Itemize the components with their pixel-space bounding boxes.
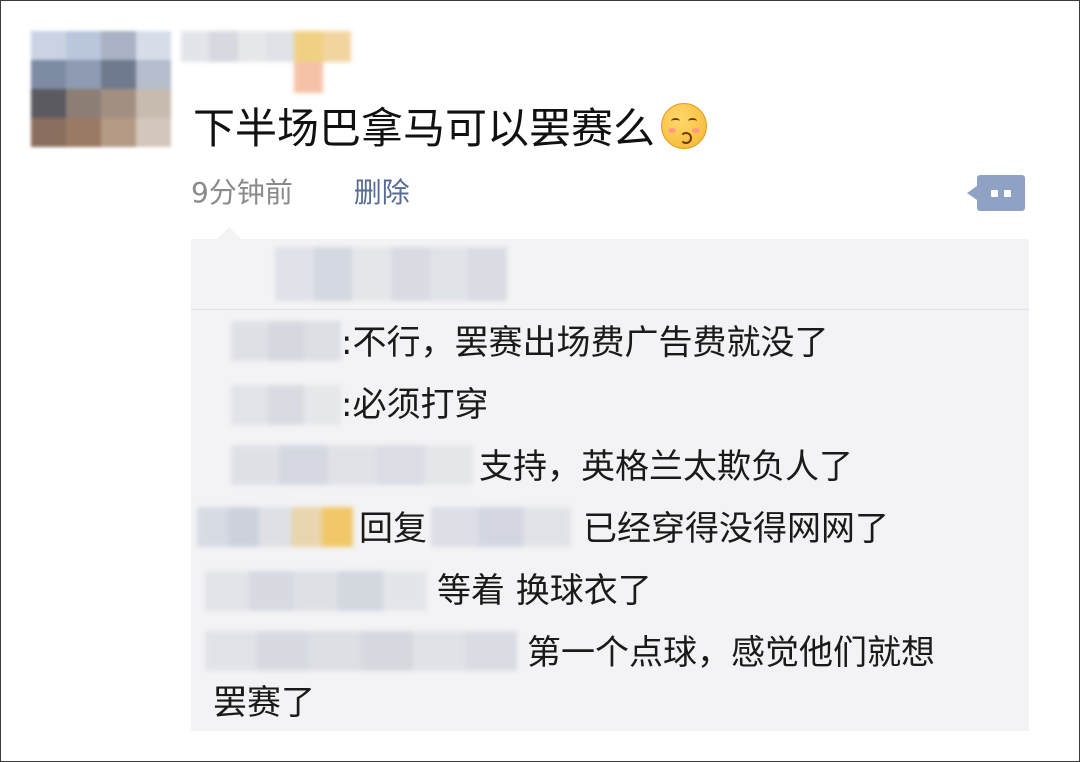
comment-text: 支持，英格兰太欺负人了 [479,447,853,487]
comment-item[interactable]: 等着 换球衣了 [437,565,652,617]
likes-blurred [275,247,507,301]
post-meta: 9分钟前 删除 [191,173,410,213]
more-options-icon[interactable] [967,175,1025,211]
comment-item[interactable]: :必须打穿 [341,379,488,431]
comment-item[interactable]: 第一个点球，感觉他们就想 [527,627,935,679]
post-time: 9分钟前 [191,176,293,209]
comment-item[interactable]: 已经穿得没得网网了 [583,503,889,555]
comment-reply-label: 回复 [359,509,427,549]
commenter-name-blurred[interactable] [231,445,473,485]
comment-separator: : [341,385,353,425]
comment-section: :不行，罢赛出场费广告费就没了 :必须打穿 支持，英格兰太欺负人了 回复 已经穿… [191,227,1029,731]
comment-text: 不行，罢赛出场费广告费就没了 [352,323,829,363]
commenter-name-blurred[interactable] [205,631,517,671]
moment-card: 下半场巴拿马可以罢赛么 9分钟前 删除 :不行，罢赛出场费广告费就没了 :必须打… [0,0,1080,762]
delete-link[interactable]: 删除 [354,173,410,213]
comment-text: 等着 换球衣了 [437,571,652,611]
comment-separator: : [341,323,353,363]
commenter-name-blurred[interactable] [197,507,353,547]
username-blurred[interactable] [181,31,351,93]
comment-text: 第一个点球，感觉他们就想 [527,633,935,673]
face-with-hand-over-mouth-emoji-icon [661,103,708,149]
comment-item[interactable]: 支持，英格兰太欺负人了 [479,441,853,493]
post-text-content: 下半场巴拿马可以罢赛么 [193,104,656,153]
avatar[interactable] [31,31,171,147]
reply-target-name-blurred[interactable] [431,507,571,547]
commenter-name-blurred[interactable] [205,571,427,611]
post-text: 下半场巴拿马可以罢赛么 [193,101,708,157]
comment-text: 必须打穿 [352,385,489,425]
comment-text-continued: 罢赛了 [213,683,315,723]
commenter-name-blurred[interactable] [231,321,341,361]
comment-text: 已经穿得没得网网了 [583,509,889,549]
comment-item[interactable]: :不行，罢赛出场费广告费就没了 [341,317,828,369]
comment-divider [191,309,1029,310]
commenter-name-blurred[interactable] [231,385,341,425]
